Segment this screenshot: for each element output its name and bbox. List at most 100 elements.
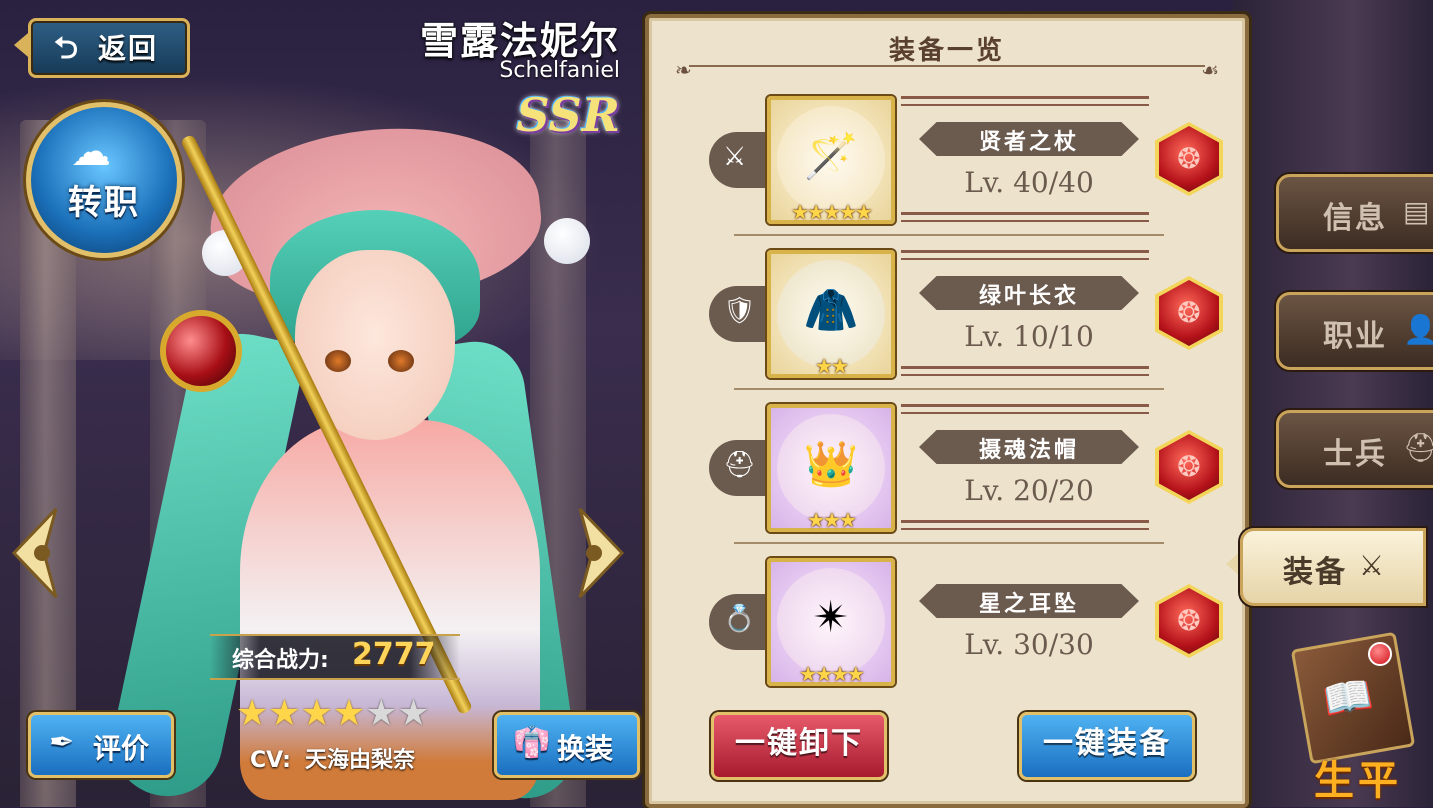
outfit-label: 换装 — [557, 732, 614, 765]
ornament-icon: ☙ — [1201, 58, 1219, 82]
next-character-button[interactable] — [572, 505, 632, 601]
sword-shield-icon: ⚔ — [1359, 549, 1385, 582]
review-button[interactable]: ✒ 评价 — [28, 712, 174, 778]
rose-icon: ❂ — [1177, 604, 1201, 637]
unequip-all-button[interactable]: 一键卸下 — [711, 712, 887, 780]
item-art: 👑 — [777, 414, 885, 522]
equipment-row-helmet[interactable]: ⛑ 👑 ★★★ 摄魂法帽 Lv. 20/20 ❂ — [709, 404, 1223, 534]
tab-label: 信息 — [1323, 201, 1387, 236]
star-filled: ★ — [236, 693, 269, 734]
previous-character-button[interactable] — [4, 505, 64, 601]
item-art: 🪄 — [777, 106, 885, 214]
rose-icon: ❂ — [1177, 296, 1201, 329]
document-icon: ▤ — [1403, 195, 1430, 228]
item-name: 绿叶长衣 — [978, 284, 1079, 309]
armor-icon: 🛡 — [723, 296, 757, 326]
row-divider — [734, 542, 1164, 544]
item-art: ✴ — [777, 568, 885, 676]
character-name-en: Schelfaniel — [499, 58, 620, 83]
cloud-icon: ☁ — [71, 129, 111, 175]
slot-badge: ⚔ — [709, 132, 765, 188]
tab-label: 职业 — [1323, 319, 1387, 354]
biography-label[interactable]: 生平 — [1314, 748, 1402, 806]
rose-icon: ❂ — [1177, 142, 1201, 175]
person-icon: 👤 — [1403, 313, 1433, 346]
equipment-row-weapon[interactable]: ⚔ 🪄 ★★★★★ 贤者之杖 Lv. 40/40 ❂ — [709, 96, 1223, 226]
item-stars: ★★★★ — [799, 662, 865, 686]
book-icon: 📖 — [1319, 670, 1377, 725]
staff-orb — [160, 310, 242, 392]
slot-badge: ⛑ — [709, 440, 765, 496]
equipment-item-icon[interactable]: 🧥 ★★ — [767, 250, 895, 378]
class-change-label: 转职 — [68, 183, 140, 223]
star-earring-icon: ✴ — [812, 592, 850, 643]
equipment-panel: 装备一览 ❧ ☙ ⚔ 🪄 ★★★★★ 贤者之杖 Lv. 40/40 ❂ 🛡 🧥 … — [645, 14, 1249, 808]
star-empty: ★ — [397, 693, 430, 734]
decor-line — [901, 366, 1149, 369]
ring-icon: 💍 — [723, 604, 756, 634]
tab-class[interactable]: 职业 👤 — [1276, 292, 1433, 370]
tab-soldiers[interactable]: 士兵 ⛑ — [1276, 410, 1433, 488]
tab-equipment[interactable]: 装备 ⚔ — [1240, 528, 1426, 606]
feather-icon: ✒ — [49, 725, 75, 760]
equip-all-button[interactable]: 一键装备 — [1019, 712, 1195, 780]
hat-pompom — [544, 218, 590, 264]
review-label: 评价 — [93, 732, 150, 765]
row-divider — [734, 234, 1164, 236]
character-star-rating: ★ ★ ★ ★ ★ ★ — [236, 694, 430, 734]
panel-title-divider — [689, 65, 1205, 67]
decor-line — [901, 374, 1149, 376]
item-level: Lv. 30/30 — [964, 628, 1094, 661]
decor-line — [901, 220, 1149, 222]
decor-line — [901, 104, 1149, 106]
outfit-icon: 👘 — [513, 725, 551, 760]
hat-icon: 👑 — [803, 439, 859, 490]
star-empty: ★ — [365, 693, 398, 734]
decor-line — [901, 250, 1149, 253]
star-filled: ★ — [332, 693, 366, 734]
combat-power-value: 2777 — [352, 637, 436, 672]
character-name: 雪露法妮尔 — [419, 18, 620, 63]
cv-label: CV: — [250, 748, 291, 773]
equipment-row-accessory[interactable]: 💍 ✴ ★★★★ 星之耳坠 Lv. 30/30 ❂ — [709, 558, 1223, 688]
equipment-item-icon[interactable]: 🪄 ★★★★★ — [767, 96, 895, 224]
item-name: 摄魂法帽 — [978, 438, 1079, 463]
equipment-item-icon[interactable]: 👑 ★★★ — [767, 404, 895, 532]
outfit-button[interactable]: 👘 换装 — [494, 712, 640, 778]
sword-icon: ⚔ — [723, 142, 747, 172]
decor-line — [901, 520, 1149, 523]
combat-power-label: 综合战力: — [232, 648, 329, 673]
cv-name: 天海由梨奈 — [304, 748, 415, 773]
combat-power: 综合战力: 2777 — [210, 634, 460, 680]
equipment-row-armor[interactable]: 🛡 🧥 ★★ 绿叶长衣 Lv. 10/10 ❂ — [709, 250, 1223, 380]
item-level: Lv. 20/20 — [964, 474, 1094, 507]
ornament-icon: ❧ — [675, 58, 692, 82]
slot-badge: 💍 — [709, 594, 765, 650]
class-change-button[interactable]: ☁ 转职 — [26, 102, 182, 258]
decor-line — [901, 258, 1149, 260]
item-stars: ★★★★★ — [791, 200, 873, 224]
decor-line — [901, 528, 1149, 530]
star-filled: ★ — [300, 693, 333, 734]
item-art: 🧥 — [777, 260, 885, 368]
star-filled: ★ — [268, 693, 301, 734]
tab-info[interactable]: 信息 ▤ — [1276, 174, 1433, 252]
decor-line — [901, 404, 1149, 407]
back-button[interactable]: ⮌ 返回 — [14, 14, 190, 78]
equipment-item-icon[interactable]: ✴ ★★★★ — [767, 558, 895, 686]
back-label: 返回 — [98, 32, 159, 65]
robe-icon: 🧥 — [803, 285, 859, 336]
rarity-badge: SSR — [516, 88, 620, 142]
character-eye — [325, 350, 351, 372]
decor-line — [901, 412, 1149, 414]
panel-title: 装备一览 — [888, 36, 1005, 66]
helmet-icon: ⛑ — [723, 450, 757, 480]
notification-dot — [1368, 642, 1392, 666]
item-level: Lv. 10/10 — [964, 320, 1094, 353]
tab-label: 士兵 — [1323, 437, 1387, 472]
biography-button[interactable]: 📖 — [1290, 631, 1416, 765]
item-level: Lv. 40/40 — [964, 166, 1094, 199]
tab-label: 装备 — [1283, 555, 1347, 590]
decor-line — [901, 96, 1149, 99]
chevron-right-icon — [578, 507, 625, 599]
